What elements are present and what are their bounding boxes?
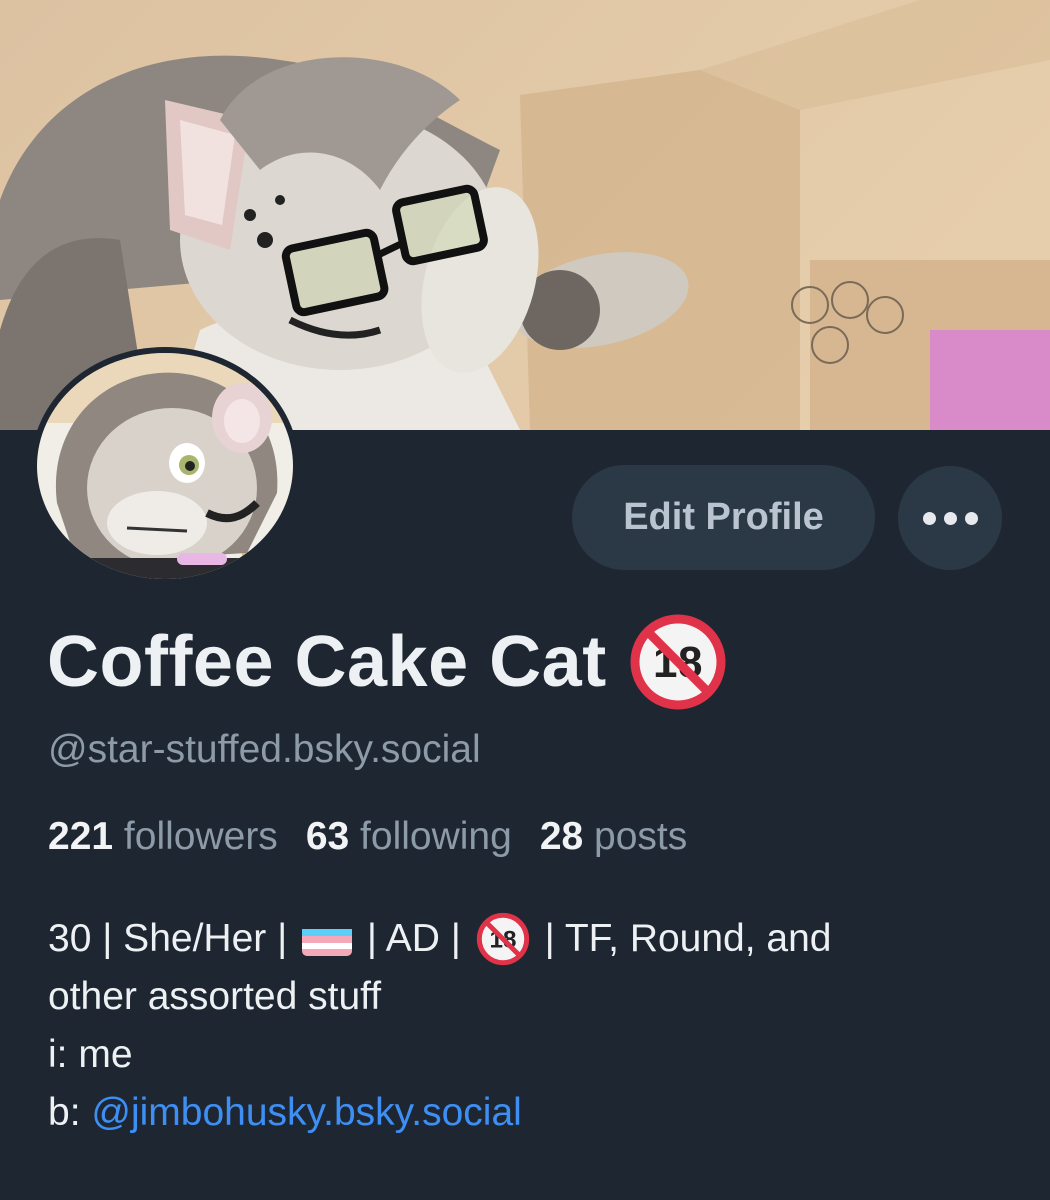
display-name-row: Coffee Cake Cat 18 xyxy=(47,612,727,712)
bio-text-segment: 30 | She/Her | xyxy=(48,917,288,960)
ellipsis-icon xyxy=(922,511,978,525)
followers-stat[interactable]: 221 followers xyxy=(48,815,278,859)
posts-count: 28 xyxy=(539,815,584,858)
mention-link[interactable]: @jimbohusky.bsky.social xyxy=(91,1084,521,1142)
bio-line-4: b: @jimbohusky.bsky.social xyxy=(48,1084,1008,1142)
avatar[interactable] xyxy=(31,347,299,585)
bio-line-3: i: me xyxy=(48,1033,133,1076)
posts-label: posts xyxy=(594,815,688,858)
bio-line-1: 30 | She/Her | | AD | 18 | TF, Round, an… xyxy=(48,910,1008,968)
profile-stats: 221 followers 63 following 28 posts xyxy=(48,815,687,859)
following-label: following xyxy=(360,815,512,858)
more-options-button[interactable] xyxy=(898,466,1002,570)
following-stat[interactable]: 63 following xyxy=(306,815,512,859)
no-one-under-eighteen-icon: 18 xyxy=(476,912,530,966)
bio-text-segment: | AD | xyxy=(366,917,461,960)
no-one-under-eighteen-icon: 18 xyxy=(629,613,727,711)
followers-label: followers xyxy=(123,815,278,858)
posts-stat: 28 posts xyxy=(540,815,687,859)
profile-handle: @star-stuffed.bsky.social xyxy=(48,728,481,771)
display-name: Coffee Cake Cat xyxy=(47,622,607,702)
bio-text-segment: b: xyxy=(48,1091,81,1134)
followers-count: 221 xyxy=(48,815,114,858)
avatar-image xyxy=(37,353,293,579)
bio-line-2: other assorted stuff xyxy=(48,975,382,1018)
transgender-flag-icon xyxy=(302,922,353,956)
bio-text-segment: | TF, Round, and xyxy=(544,917,832,960)
edit-profile-button[interactable]: Edit Profile xyxy=(572,465,875,570)
profile-bio: 30 | She/Her | | AD | 18 | TF, Round, an… xyxy=(48,910,1008,1142)
following-count: 63 xyxy=(305,815,350,858)
edit-profile-label: Edit Profile xyxy=(623,496,824,538)
